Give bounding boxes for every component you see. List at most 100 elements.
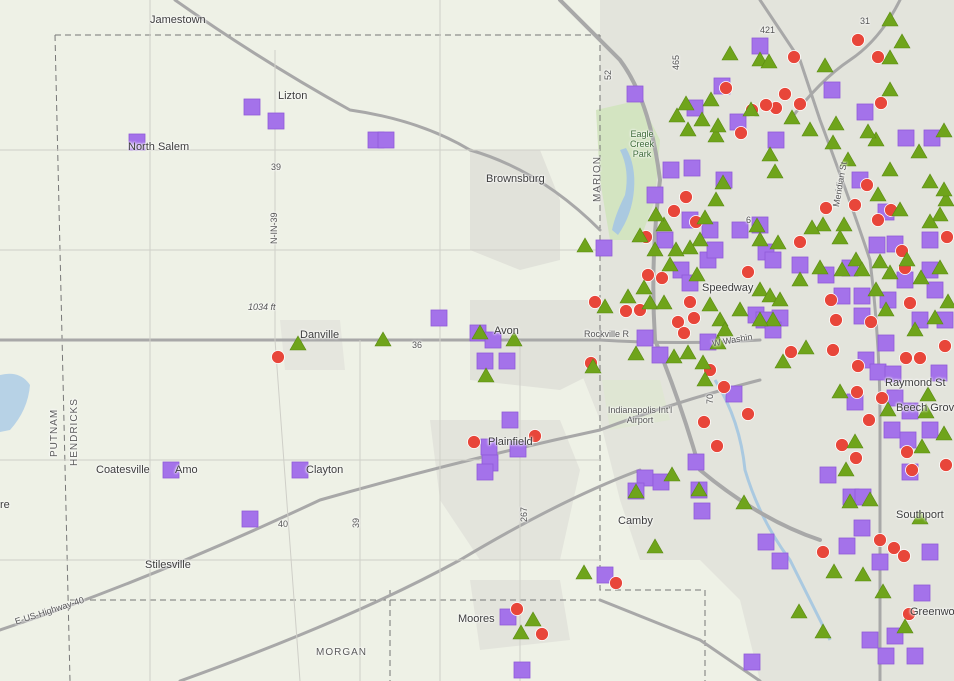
circle-marker[interactable] <box>873 533 887 547</box>
circle-marker[interactable] <box>510 602 524 616</box>
square-marker[interactable] <box>651 346 669 364</box>
circle-marker[interactable] <box>778 87 792 101</box>
square-marker[interactable] <box>877 334 895 352</box>
square-marker[interactable] <box>476 352 494 370</box>
square-marker[interactable] <box>838 537 856 555</box>
square-marker[interactable] <box>921 543 939 561</box>
circle-marker[interactable] <box>826 343 840 357</box>
square-marker[interactable] <box>241 510 259 528</box>
circle-marker[interactable] <box>913 351 927 365</box>
circle-marker[interactable] <box>784 345 798 359</box>
circle-marker[interactable] <box>717 380 731 394</box>
circle-marker[interactable] <box>683 295 697 309</box>
square-marker[interactable] <box>498 352 516 370</box>
circle-marker[interactable] <box>835 438 849 452</box>
triangle-marker[interactable] <box>576 237 594 253</box>
square-marker[interactable] <box>853 519 871 537</box>
circle-marker[interactable] <box>862 413 876 427</box>
square-marker[interactable] <box>501 411 519 429</box>
circle-marker[interactable] <box>588 295 602 309</box>
circle-marker[interactable] <box>850 385 864 399</box>
circle-marker[interactable] <box>905 463 919 477</box>
square-marker[interactable] <box>926 281 944 299</box>
circle-marker[interactable] <box>609 576 623 590</box>
circle-marker[interactable] <box>816 545 830 559</box>
square-marker[interactable] <box>513 661 531 679</box>
square-marker[interactable] <box>791 256 809 274</box>
square-marker[interactable] <box>662 161 680 179</box>
circle-marker[interactable] <box>900 445 914 459</box>
circle-marker[interactable] <box>875 391 889 405</box>
circle-marker[interactable] <box>271 350 285 364</box>
circle-marker[interactable] <box>871 213 885 227</box>
circle-marker[interactable] <box>824 293 838 307</box>
square-marker[interactable] <box>430 309 448 327</box>
circle-marker[interactable] <box>710 439 724 453</box>
circle-marker[interactable] <box>734 126 748 140</box>
square-marker[interactable] <box>687 453 705 471</box>
square-marker[interactable] <box>856 103 874 121</box>
circle-marker[interactable] <box>687 311 701 325</box>
square-marker[interactable] <box>877 647 895 665</box>
circle-marker[interactable] <box>535 627 549 641</box>
square-marker[interactable] <box>267 112 285 130</box>
circle-marker[interactable] <box>619 304 633 318</box>
circle-marker[interactable] <box>903 296 917 310</box>
square-marker[interactable] <box>693 502 711 520</box>
circle-marker[interactable] <box>655 271 669 285</box>
square-marker[interactable] <box>683 159 701 177</box>
square-marker[interactable] <box>853 287 871 305</box>
circle-marker[interactable] <box>871 50 885 64</box>
circle-marker[interactable] <box>467 435 481 449</box>
circle-marker[interactable] <box>741 265 755 279</box>
square-marker[interactable] <box>913 584 931 602</box>
circle-marker[interactable] <box>860 178 874 192</box>
square-marker[interactable] <box>706 241 724 259</box>
circle-marker[interactable] <box>940 230 954 244</box>
square-marker[interactable] <box>743 653 761 671</box>
square-marker[interactable] <box>906 647 924 665</box>
square-marker[interactable] <box>868 236 886 254</box>
circle-marker[interactable] <box>897 549 911 563</box>
square-marker[interactable] <box>861 631 879 649</box>
square-marker[interactable] <box>626 85 644 103</box>
map-canvas[interactable] <box>0 0 954 681</box>
square-marker[interactable] <box>771 552 789 570</box>
square-marker[interactable] <box>476 463 494 481</box>
circle-marker[interactable] <box>677 326 691 340</box>
circle-marker[interactable] <box>874 96 888 110</box>
square-marker[interactable] <box>377 131 395 149</box>
square-marker[interactable] <box>656 231 674 249</box>
square-marker[interactable] <box>636 329 654 347</box>
square-marker[interactable] <box>897 129 915 147</box>
circle-marker[interactable] <box>829 313 843 327</box>
circle-marker[interactable] <box>719 81 733 95</box>
triangle-marker[interactable] <box>575 564 593 580</box>
square-marker[interactable] <box>767 131 785 149</box>
circle-marker[interactable] <box>741 407 755 421</box>
square-marker[interactable] <box>701 221 719 239</box>
circle-marker[interactable] <box>759 98 773 112</box>
circle-marker[interactable] <box>938 339 952 353</box>
circle-marker[interactable] <box>849 451 863 465</box>
circle-marker[interactable] <box>787 50 801 64</box>
square-marker[interactable] <box>883 421 901 439</box>
square-marker[interactable] <box>819 466 837 484</box>
circle-marker[interactable] <box>641 268 655 282</box>
map-view[interactable]: Jamestown Lizton North Salem Brownsburg … <box>0 0 954 681</box>
circle-marker[interactable] <box>793 97 807 111</box>
square-marker[interactable] <box>757 533 775 551</box>
circle-marker[interactable] <box>697 415 711 429</box>
circle-marker[interactable] <box>851 33 865 47</box>
circle-marker[interactable] <box>667 204 681 218</box>
circle-marker[interactable] <box>851 359 865 373</box>
square-marker[interactable] <box>871 553 889 571</box>
square-marker[interactable] <box>869 363 887 381</box>
square-marker[interactable] <box>823 81 841 99</box>
square-marker[interactable] <box>923 129 941 147</box>
circle-marker[interactable] <box>939 458 953 472</box>
square-marker[interactable] <box>921 231 939 249</box>
circle-marker[interactable] <box>848 198 862 212</box>
circle-marker[interactable] <box>679 190 693 204</box>
circle-marker[interactable] <box>899 351 913 365</box>
